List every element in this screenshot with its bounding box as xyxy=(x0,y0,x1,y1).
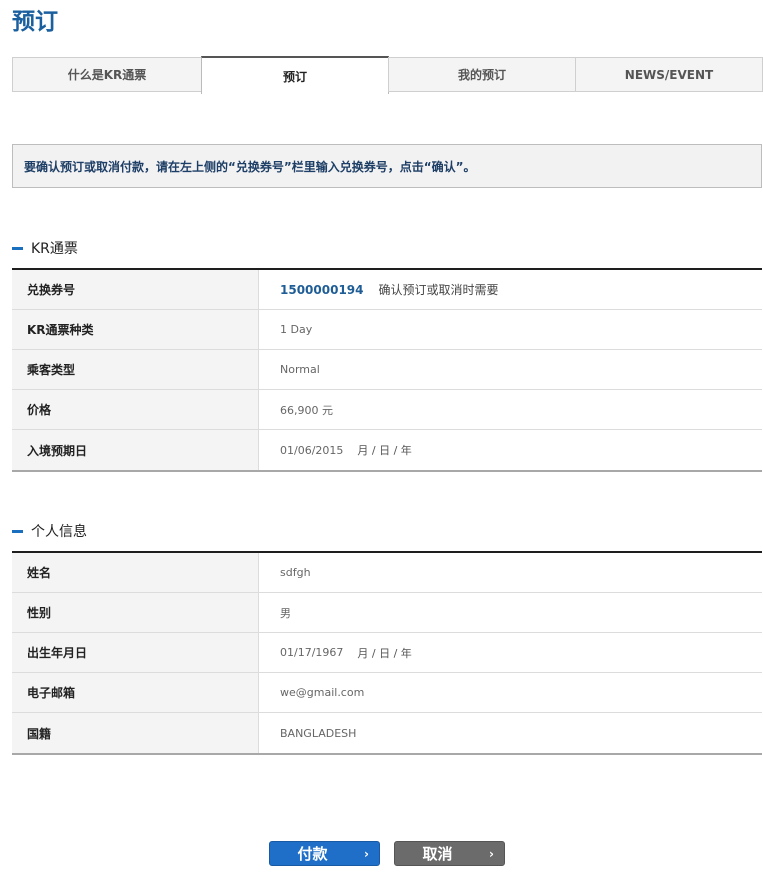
row-value: 1500000194 确认预订或取消时需要 xyxy=(259,270,762,309)
date-format-hint: 月 / 日 / 年 xyxy=(357,444,412,457)
voucher-hint: 确认预订或取消时需要 xyxy=(378,283,499,297)
table-row-birth-date: 出生年月日 01/17/1967 月 / 日 / 年 xyxy=(12,633,762,673)
row-label: 性别 xyxy=(12,593,259,632)
row-value: we@gmail.com xyxy=(280,686,365,699)
tab-news-event[interactable]: NEWS/EVENT xyxy=(575,57,763,92)
row-value: BANGLADESH xyxy=(280,726,357,740)
date-format-hint: 月 / 日 / 年 xyxy=(357,646,412,660)
row-value: Normal xyxy=(280,363,320,376)
tab-what-is-kr-pass[interactable]: 什么是KR通票 xyxy=(12,57,202,92)
row-value: 1 Day xyxy=(280,323,313,336)
section-marker-icon xyxy=(12,246,23,250)
section-marker-icon xyxy=(12,529,23,533)
row-label: 国籍 xyxy=(12,713,259,753)
row-label: 姓名 xyxy=(12,553,259,592)
table-row-entry-date: 入境预期日 01/06/2015 月 / 日 / 年 xyxy=(12,430,762,470)
pay-button[interactable]: 付款 › xyxy=(269,841,380,866)
section-title: 个人信息 xyxy=(31,524,87,540)
table-row-gender: 性别 男 xyxy=(12,593,762,633)
chevron-right-icon: › xyxy=(364,847,369,861)
section-heading-kr-pass: KR通票 xyxy=(12,238,78,258)
tab-bar: 什么是KR通票 预订 我的预订 NEWS/EVENT xyxy=(12,56,763,94)
row-value: sdfgh xyxy=(280,566,311,579)
personal-info-table: 姓名 sdfgh 性别 男 出生年月日 01/17/1967 月 / 日 / 年… xyxy=(12,551,762,755)
row-value: 66,900 元 xyxy=(280,403,333,417)
cancel-button-label: 取消 xyxy=(422,845,453,863)
cancel-button[interactable]: 取消 › xyxy=(394,841,505,866)
birth-date-value: 01/17/1967 xyxy=(280,646,344,659)
row-label: KR通票种类 xyxy=(12,310,259,349)
row-value: 01/06/2015 月 / 日 / 年 xyxy=(259,430,762,470)
entry-date-value: 01/06/2015 xyxy=(280,443,344,457)
pay-button-label: 付款 xyxy=(297,845,328,863)
table-row-pass-type: KR通票种类 1 Day xyxy=(12,310,762,350)
section-title: KR通票 xyxy=(31,241,78,257)
row-label: 乘客类型 xyxy=(12,350,259,389)
table-row-email: 电子邮箱 we@gmail.com xyxy=(12,673,762,713)
page-title: 预订 xyxy=(12,9,58,35)
tab-my-reservations[interactable]: 我的预订 xyxy=(388,57,576,92)
row-label: 入境预期日 xyxy=(12,430,259,470)
notice-text: 要确认预订或取消付款，请在左上侧的“兑换券号”栏里输入兑换券号，点击“确认”。 xyxy=(24,159,476,174)
table-row-nationality: 国籍 BANGLADESH xyxy=(12,713,762,753)
table-row-passenger-type: 乘客类型 Normal xyxy=(12,350,762,390)
row-label: 兑换券号 xyxy=(12,270,259,309)
chevron-right-icon: › xyxy=(489,847,494,861)
table-row-name: 姓名 sdfgh xyxy=(12,553,762,593)
table-row-voucher: 兑换券号 1500000194 确认预订或取消时需要 xyxy=(12,270,762,310)
section-heading-personal-info: 个人信息 xyxy=(12,521,87,541)
tab-reservation[interactable]: 预订 xyxy=(201,56,389,94)
row-label: 价格 xyxy=(12,390,259,429)
notice-box: 要确认预订或取消付款，请在左上侧的“兑换券号”栏里输入兑换券号，点击“确认”。 xyxy=(12,144,762,188)
table-row-price: 价格 66,900 元 xyxy=(12,390,762,430)
row-value: 01/17/1967 月 / 日 / 年 xyxy=(259,633,762,672)
voucher-number: 1500000194 xyxy=(280,282,364,297)
row-value: 男 xyxy=(280,606,291,620)
row-label: 出生年月日 xyxy=(12,633,259,672)
row-label: 电子邮箱 xyxy=(12,673,259,712)
kr-pass-table: 兑换券号 1500000194 确认预订或取消时需要 KR通票种类 1 Day … xyxy=(12,268,762,472)
